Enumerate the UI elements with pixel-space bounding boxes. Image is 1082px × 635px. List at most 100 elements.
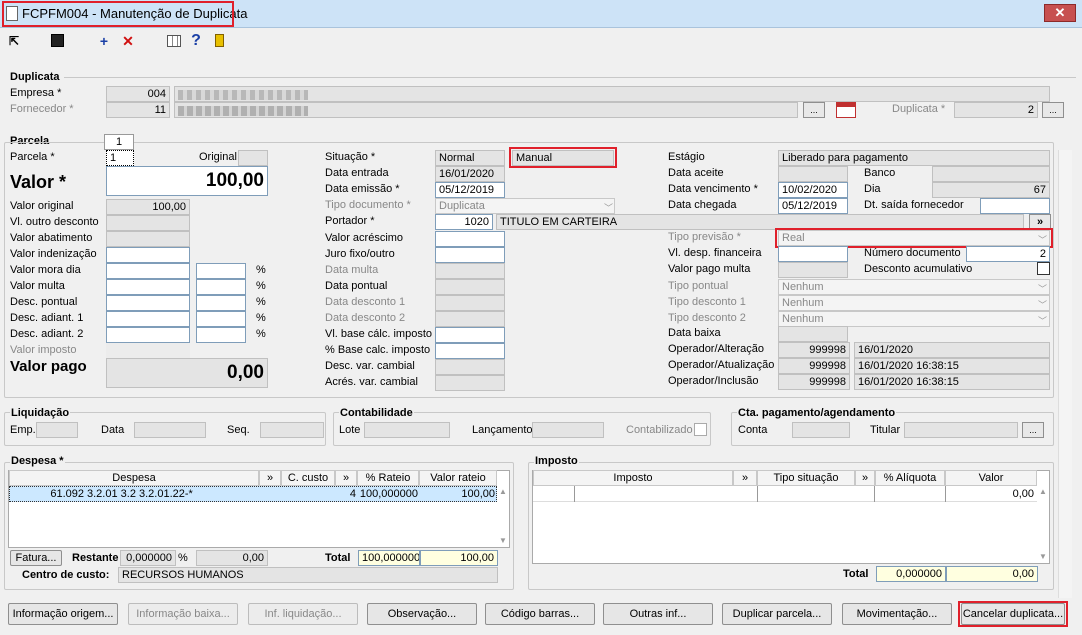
percent-sign[interactable]: %	[256, 296, 266, 308]
delete-icon[interactable]: ✕	[118, 31, 138, 51]
parcela-row-label[interactable]: Desc. pontual	[10, 296, 77, 308]
mid-row-input[interactable]	[435, 247, 505, 263]
imposto-scrollbar[interactable]: ▲ ▼	[1037, 487, 1049, 563]
parcela-row-pct-input[interactable]	[196, 295, 246, 311]
parcela-row-input[interactable]	[106, 279, 190, 295]
mid-row-label[interactable]: % Base calc. imposto	[325, 344, 430, 356]
portador-code[interactable]: 1020	[435, 214, 493, 230]
mid-row-label[interactable]: Acrés. var. cambial	[325, 376, 418, 388]
parcela-tab[interactable]: 1	[104, 134, 134, 150]
action-button[interactable]: Inf. liquidação...	[248, 603, 358, 625]
tipo-select[interactable]: Nenhum	[778, 311, 1050, 327]
parcela-row-label[interactable]: Valor original	[10, 200, 73, 212]
despesa-col-header[interactable]: % Rateio	[357, 470, 419, 486]
mid-row-input[interactable]	[435, 231, 505, 247]
imposto-col-header[interactable]: Tipo situação	[757, 470, 855, 486]
data-emissao-input[interactable]: 05/12/2019	[435, 182, 505, 198]
tipo-select[interactable]: Nenhum	[778, 295, 1050, 311]
mid-row-input[interactable]	[435, 343, 505, 359]
despesa-col-header[interactable]: C. custo	[281, 470, 335, 486]
help-icon[interactable]: ?	[186, 31, 206, 51]
save-icon[interactable]	[48, 31, 68, 51]
mid-row-label[interactable]: Desc. var. cambial	[325, 360, 415, 372]
numero-documento-input[interactable]: 2	[966, 246, 1050, 262]
parcela-row-label[interactable]: Valor abatimento	[10, 232, 92, 244]
action-button[interactable]: Duplicar parcela...	[722, 603, 832, 625]
imposto-col-header[interactable]: »	[855, 470, 875, 486]
close-button[interactable]: ✕	[1044, 4, 1076, 22]
imposto-col-header[interactable]: Imposto	[533, 470, 733, 486]
parcela-row-label[interactable]: Desc. adiant. 2	[10, 328, 83, 340]
despesa-col-header[interactable]: Valor rateio	[419, 470, 497, 486]
mid-row-label[interactable]: Vl. base cálc. imposto	[325, 328, 432, 340]
despesa-col-header[interactable]: »	[259, 470, 281, 486]
percent-sign[interactable]: %	[256, 312, 266, 324]
imposto-col-header[interactable]: »	[733, 470, 757, 486]
vl-desp-fin-input[interactable]	[778, 246, 848, 262]
conta-value	[792, 422, 850, 438]
data-chegada-input[interactable]: 05/12/2019	[778, 198, 848, 214]
parcela-row-label[interactable]: Valor imposto	[10, 344, 76, 356]
tipo-documento-select[interactable]: Duplicata	[435, 198, 615, 214]
parcela-row-input[interactable]	[106, 247, 190, 263]
valor-input[interactable]: 100,00	[106, 166, 268, 196]
parcela-row-label[interactable]: Valor mora dia	[10, 264, 81, 276]
mid-row-label[interactable]: Valor acréscimo	[325, 232, 403, 244]
percent-sign[interactable]: %	[256, 280, 266, 292]
chevron-down-icon[interactable]: ﹀	[1038, 314, 1047, 327]
parcela-row-pct-input[interactable]	[196, 311, 246, 327]
mid-row-input[interactable]	[435, 327, 505, 343]
duplicata-lookup-button[interactable]: ...	[1042, 102, 1064, 118]
mid-row-label[interactable]: Data pontual	[325, 280, 387, 292]
parcela-row-input[interactable]	[106, 295, 190, 311]
contabilizado-checkbox[interactable]	[694, 423, 707, 436]
chevron-down-icon[interactable]: ﹀	[1038, 298, 1047, 311]
parcela-row-label[interactable]: Valor multa	[10, 280, 65, 292]
mid-row-label[interactable]: Data desconto 1	[325, 296, 405, 308]
parcela-row-input[interactable]	[106, 263, 190, 279]
action-button[interactable]: Observação...	[367, 603, 477, 625]
desconto-acumulativo-checkbox[interactable]	[1037, 262, 1050, 275]
dt-saida-input[interactable]	[980, 198, 1050, 214]
parcela-row-pct-input[interactable]	[196, 279, 246, 295]
parcela-row-input[interactable]	[106, 311, 190, 327]
parcela-row-label[interactable]: Vl. outro desconto	[10, 216, 99, 228]
right-row-label[interactable]: Tipo pontual	[668, 280, 728, 292]
mid-row-label[interactable]: Data desconto 2	[325, 312, 405, 324]
fatura-button[interactable]: Fatura...	[10, 550, 62, 566]
parcela-row-label[interactable]: Valor indenização	[10, 248, 97, 260]
fornecedor-lookup-button[interactable]: ...	[803, 102, 825, 118]
action-button[interactable]: Outras inf...	[603, 603, 713, 625]
titular-lookup-button[interactable]: ...	[1022, 422, 1044, 438]
data-vencimento-input[interactable]: 10/02/2020	[778, 182, 848, 198]
add-icon[interactable]: +	[94, 31, 114, 51]
parcela-row-label[interactable]: Desc. adiant. 1	[10, 312, 83, 324]
imposto-col-header[interactable]: % Alíquota	[875, 470, 945, 486]
despesa-scrollbar[interactable]: ▲ ▼	[497, 487, 509, 547]
right-row-label[interactable]: Tipo desconto 2	[668, 312, 746, 324]
tipo-select[interactable]: Nenhum	[778, 279, 1050, 295]
action-button[interactable]: Código barras...	[485, 603, 595, 625]
right-row-label[interactable]: Tipo desconto 1	[668, 296, 746, 308]
duplicata-label: Duplicata *	[892, 103, 946, 115]
despesa-col-header[interactable]: »	[335, 470, 357, 486]
mid-row-label[interactable]: Juro fixo/outro	[325, 248, 395, 260]
percent-sign[interactable]: %	[256, 264, 266, 276]
door-icon[interactable]	[210, 31, 230, 51]
parcela-row-pct-input[interactable]	[196, 263, 246, 279]
parcela-input[interactable]: 1	[106, 150, 134, 166]
parcela-row-pct-input[interactable]	[196, 327, 246, 343]
action-button[interactable]: Movimentação...	[842, 603, 952, 625]
action-button[interactable]: Informação baixa...	[128, 603, 238, 625]
imposto-col-header[interactable]: Valor	[945, 470, 1037, 486]
despesa-col-header[interactable]: Despesa	[9, 470, 259, 486]
chevron-down-icon[interactable]: ﹀	[1038, 282, 1047, 295]
exit-icon[interactable]: ⇱	[4, 31, 24, 51]
scrollbar-right[interactable]	[1058, 150, 1072, 598]
percent-sign[interactable]: %	[256, 328, 266, 340]
calendar-icon[interactable]	[836, 102, 856, 118]
parcela-row-input[interactable]	[106, 327, 190, 343]
action-button[interactable]: Informação origem...	[8, 603, 118, 625]
mid-row-label[interactable]: Data multa	[325, 264, 378, 276]
grid-icon[interactable]	[164, 31, 184, 51]
